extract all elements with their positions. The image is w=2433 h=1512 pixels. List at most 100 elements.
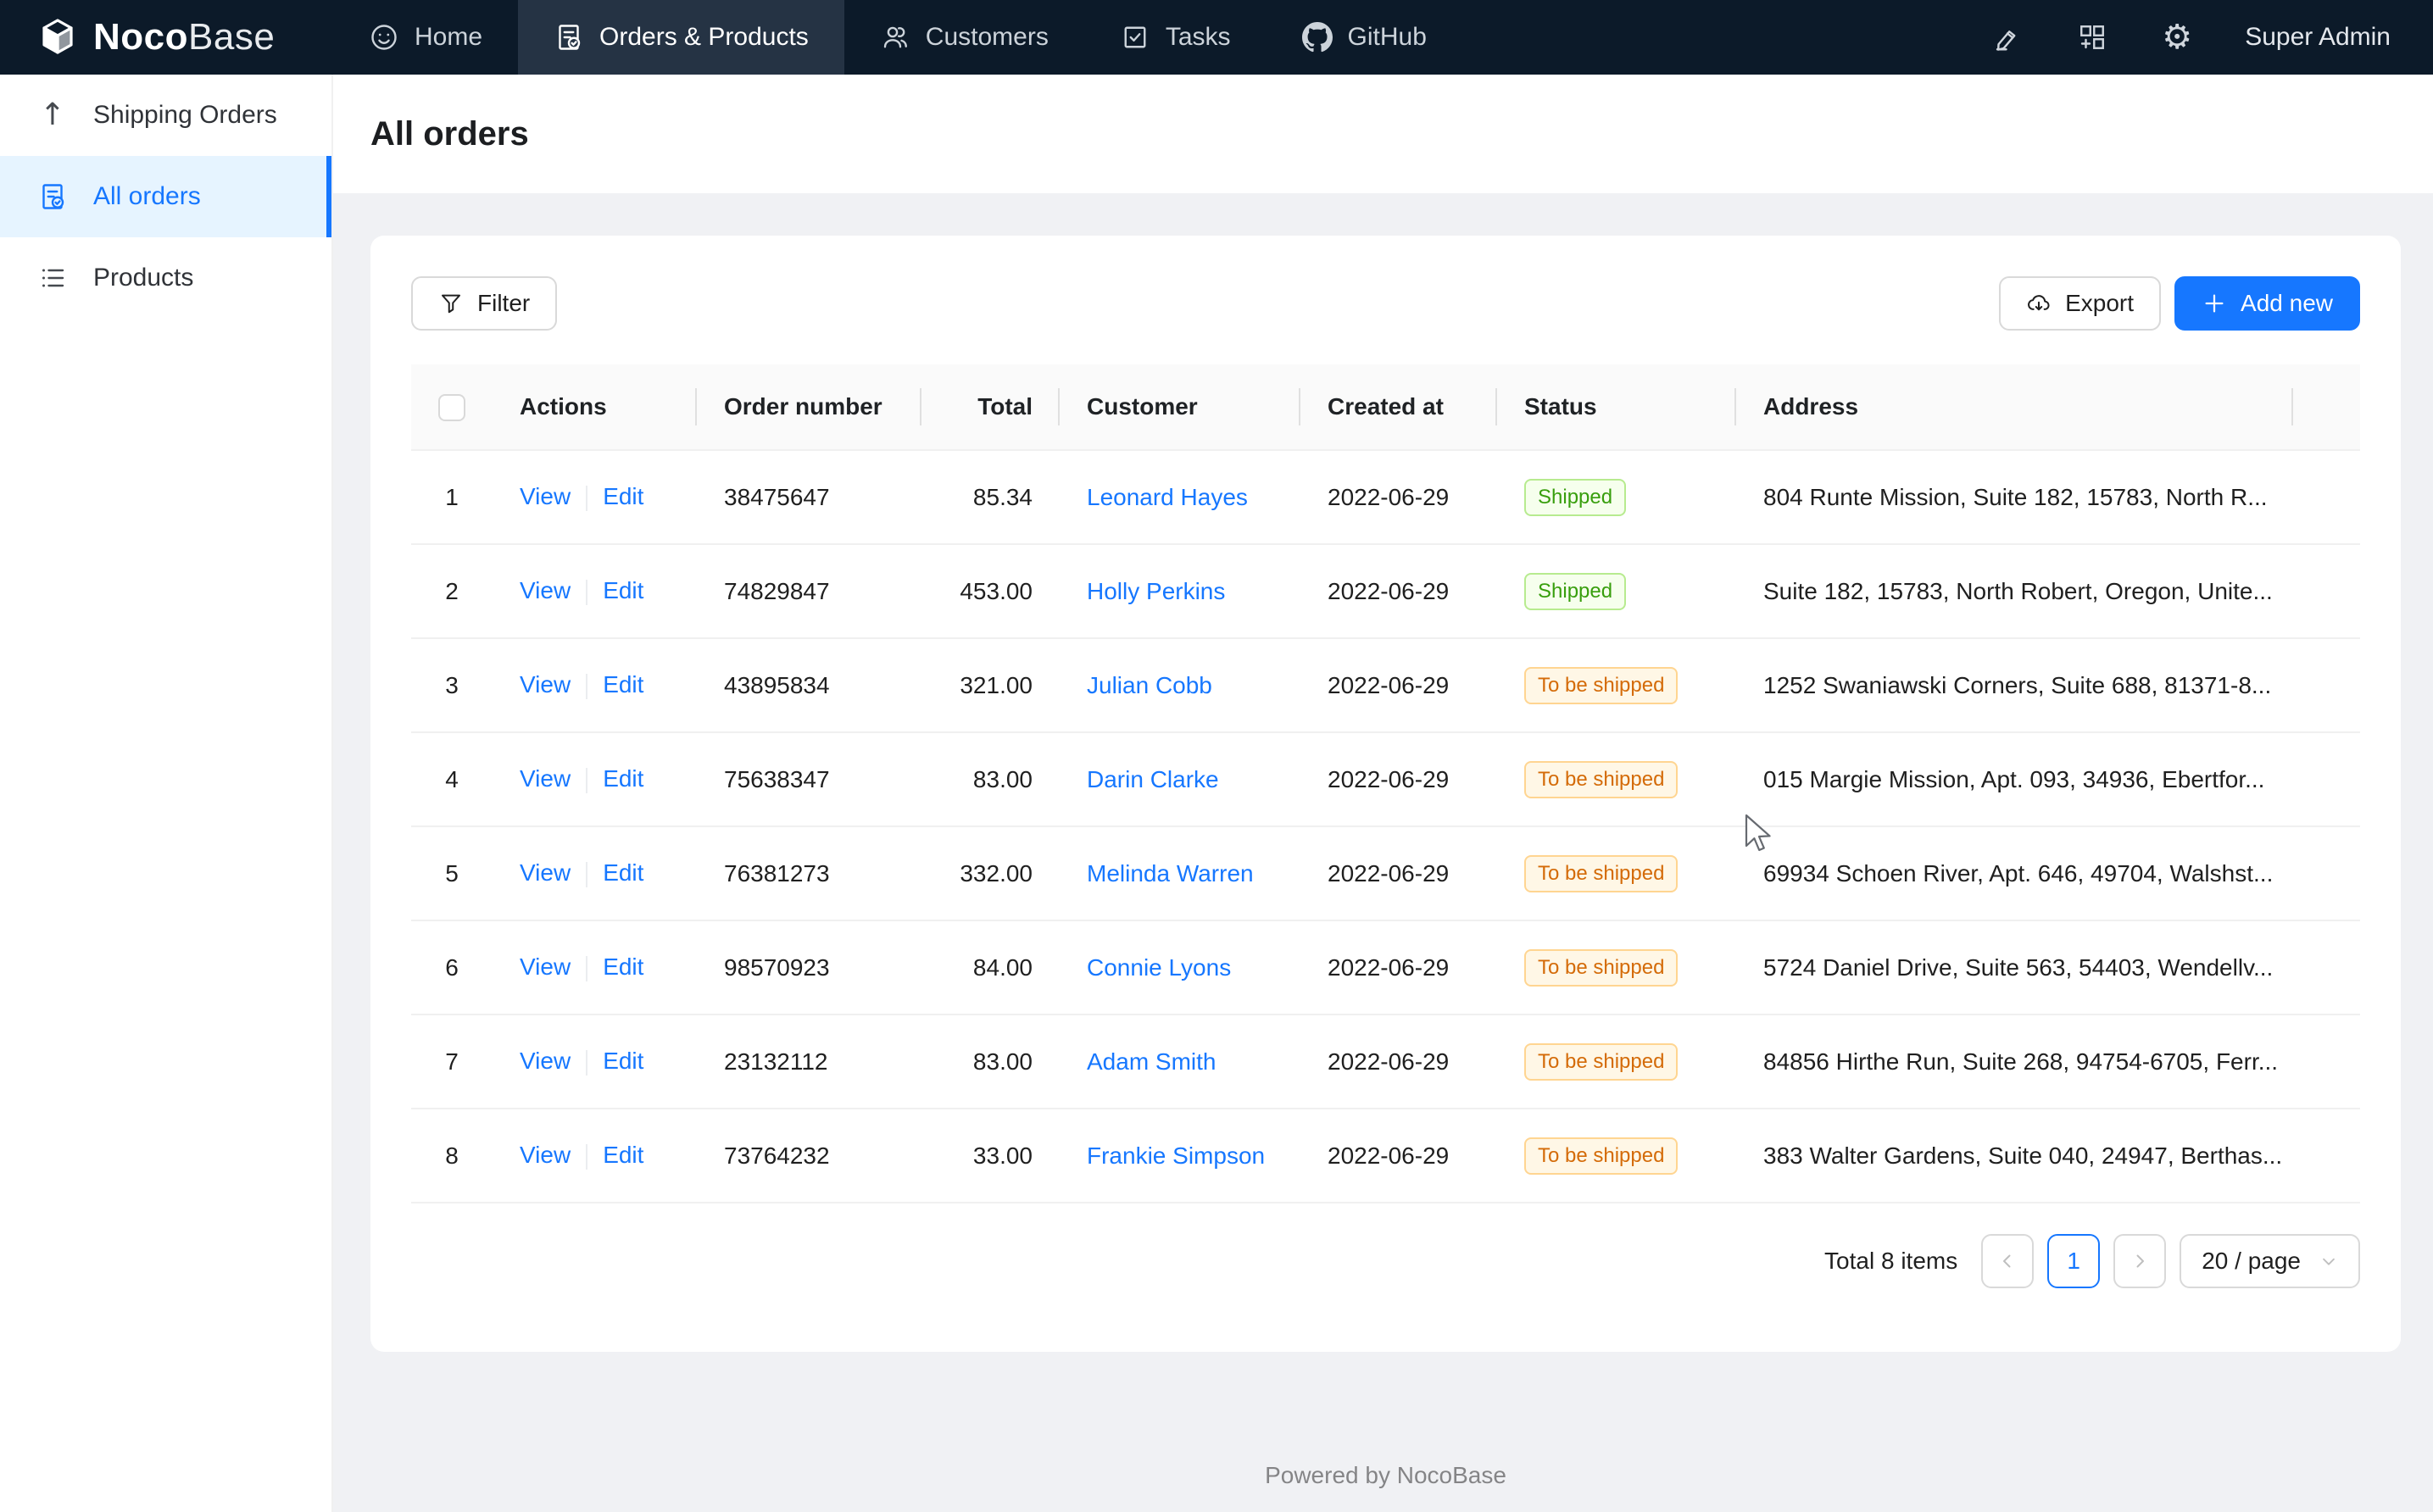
column-header-actions: Actions <box>493 364 697 450</box>
edit-link[interactable]: Edit <box>603 1048 643 1074</box>
status-badge: To be shipped <box>1524 855 1678 892</box>
row-actions: View Edit <box>493 1014 697 1109</box>
pagination-total: Total 8 items <box>1824 1248 1957 1275</box>
column-header-address: Address <box>1736 364 2293 450</box>
address-cell: 383 Walter Gardens, Suite 040, 24947, Be… <box>1736 1109 2293 1203</box>
ui-editor-button[interactable] <box>1990 20 2024 54</box>
orders-card: Filter Export <box>370 236 2401 1352</box>
chevron-down-icon <box>2319 1252 2338 1270</box>
settings-button[interactable]: ⚙ <box>2160 20 2194 54</box>
customer-link[interactable]: Melinda Warren <box>1087 860 1254 887</box>
created-at-cell: 2022-06-29 <box>1300 1109 1497 1203</box>
row-index: 6 <box>411 920 493 1014</box>
action-divider <box>586 674 587 699</box>
view-link[interactable]: View <box>520 1048 571 1074</box>
total-cell: 33.00 <box>921 1109 1060 1203</box>
customer-link[interactable]: Darin Clarke <box>1087 766 1219 792</box>
view-link[interactable]: View <box>520 953 571 980</box>
total-cell: 321.00 <box>921 638 1060 732</box>
row-actions: View Edit <box>493 638 697 732</box>
view-link[interactable]: View <box>520 577 571 603</box>
plugin-manager-button[interactable] <box>2075 20 2109 54</box>
top-navbar: NocoBase Home Orders & Products <box>0 0 2433 75</box>
sidebar: ↑ Shipping Orders All orders <box>0 75 333 1512</box>
edit-link[interactable]: Edit <box>603 953 643 980</box>
status-cell: To be shipped <box>1497 826 1736 920</box>
created-at-cell: 2022-06-29 <box>1300 732 1497 826</box>
order-number-cell: 75638347 <box>697 732 921 826</box>
select-all-checkbox[interactable] <box>438 394 465 421</box>
tab-home[interactable]: Home <box>333 0 518 75</box>
column-header-created-at: Created at <box>1300 364 1497 450</box>
customer-cell: Frankie Simpson <box>1060 1109 1300 1203</box>
row-actions: View Edit <box>493 920 697 1014</box>
row-index: 2 <box>411 544 493 638</box>
row-spacer <box>2293 544 2360 638</box>
sidebar-item-products[interactable]: Products <box>0 237 331 319</box>
row-actions: View Edit <box>493 732 697 826</box>
action-divider <box>586 1050 587 1076</box>
edit-link[interactable]: Edit <box>603 671 643 698</box>
tab-label: Customers <box>926 23 1049 52</box>
customer-cell: Holly Perkins <box>1060 544 1300 638</box>
page-1-button[interactable]: 1 <box>2047 1234 2100 1288</box>
prev-page-button[interactable] <box>1981 1234 2034 1288</box>
sidebar-item-all-orders[interactable]: All orders <box>0 156 331 237</box>
view-link[interactable]: View <box>520 859 571 886</box>
tab-customers[interactable]: Customers <box>844 0 1084 75</box>
customer-cell: Leonard Hayes <box>1060 450 1300 544</box>
card-toolbar: Filter Export <box>411 276 2360 331</box>
address-cell: 84856 Hirthe Run, Suite 268, 94754-6705,… <box>1736 1014 2293 1109</box>
view-link[interactable]: View <box>520 483 571 509</box>
filter-button[interactable]: Filter <box>411 276 557 331</box>
sidebar-item-label: Shipping Orders <box>93 101 277 130</box>
action-divider <box>586 486 587 511</box>
nocobase-logo[interactable]: NocoBase <box>0 0 333 75</box>
customer-link[interactable]: Adam Smith <box>1087 1048 1216 1075</box>
export-button[interactable]: Export <box>1999 276 2161 331</box>
created-at-cell: 2022-06-29 <box>1300 920 1497 1014</box>
edit-link[interactable]: Edit <box>603 859 643 886</box>
customer-link[interactable]: Connie Lyons <box>1087 954 1231 981</box>
edit-link[interactable]: Edit <box>603 483 643 509</box>
customer-link[interactable]: Julian Cobb <box>1087 672 1212 698</box>
sidebar-item-shipping-orders[interactable]: ↑ Shipping Orders <box>0 75 331 156</box>
github-icon <box>1302 22 1333 53</box>
customer-link[interactable]: Leonard Hayes <box>1087 484 1248 510</box>
order-number-cell: 76381273 <box>697 826 921 920</box>
brand-name: NocoBase <box>93 16 275 58</box>
edit-link[interactable]: Edit <box>603 577 643 603</box>
view-link[interactable]: View <box>520 1142 571 1168</box>
row-index: 4 <box>411 732 493 826</box>
tab-github[interactable]: GitHub <box>1267 0 1462 75</box>
status-badge: Shipped <box>1524 573 1626 610</box>
edit-link[interactable]: Edit <box>603 765 643 792</box>
customer-link[interactable]: Frankie Simpson <box>1087 1142 1265 1169</box>
customer-link[interactable]: Holly Perkins <box>1087 578 1225 604</box>
order-number-cell: 73764232 <box>697 1109 921 1203</box>
address-cell: 5724 Daniel Drive, Suite 563, 54403, Wen… <box>1736 920 2293 1014</box>
status-badge: To be shipped <box>1524 1137 1678 1175</box>
status-cell: To be shipped <box>1497 1109 1736 1203</box>
order-number-cell: 74829847 <box>697 544 921 638</box>
edit-link[interactable]: Edit <box>603 1142 643 1168</box>
view-link[interactable]: View <box>520 765 571 792</box>
user-menu[interactable]: Super Admin <box>2245 23 2391 52</box>
row-spacer <box>2293 1109 2360 1203</box>
column-header-order-number: Order number <box>697 364 921 450</box>
tab-tasks[interactable]: Tasks <box>1084 0 1267 75</box>
address-cell: 1252 Swaniawski Corners, Suite 688, 8137… <box>1736 638 2293 732</box>
tab-orders-products[interactable]: Orders & Products <box>518 0 844 75</box>
next-page-button[interactable] <box>2113 1234 2166 1288</box>
page-size-select[interactable]: 20 / page <box>2180 1234 2360 1288</box>
add-new-button[interactable]: Add new <box>2174 276 2360 331</box>
view-link[interactable]: View <box>520 671 571 698</box>
row-spacer <box>2293 1014 2360 1109</box>
row-spacer <box>2293 732 2360 826</box>
row-spacer <box>2293 450 2360 544</box>
table-body: 1 ViewEdit 38475647 85.34 Leonard Hayes … <box>411 450 2360 1203</box>
powered-by-footer: Powered by NocoBase <box>370 1462 2401 1489</box>
team-icon <box>880 22 910 53</box>
order-number-cell: 23132112 <box>697 1014 921 1109</box>
action-divider <box>586 956 587 981</box>
